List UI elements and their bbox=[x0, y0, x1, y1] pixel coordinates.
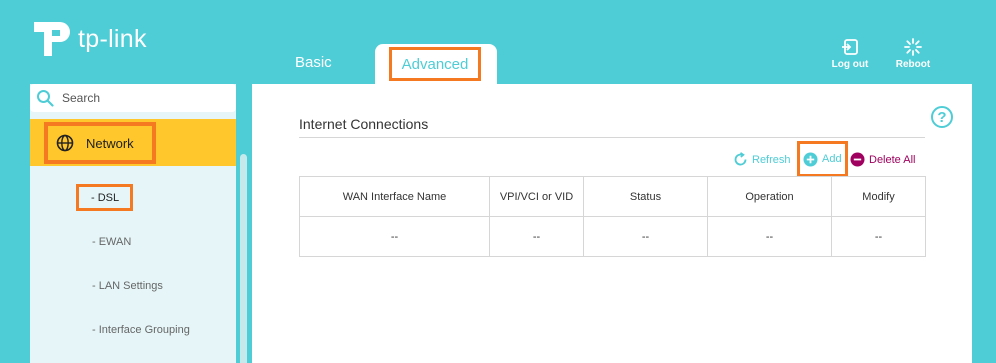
globe-icon bbox=[56, 134, 74, 152]
table-cell: -- bbox=[831, 216, 926, 257]
logout-icon bbox=[842, 39, 858, 55]
sidebar-scrollbar[interactable] bbox=[240, 154, 247, 363]
table-cell: -- bbox=[707, 216, 832, 257]
table-header-row: WAN Interface Name VPI/VCI or VID Status… bbox=[299, 176, 926, 217]
refresh-icon bbox=[734, 152, 747, 166]
tab-basic[interactable]: Basic bbox=[295, 54, 332, 71]
column-header: WAN Interface Name bbox=[299, 176, 490, 217]
sidebar-item-interface-grouping[interactable]: - Interface Grouping bbox=[92, 324, 190, 336]
add-label: Add bbox=[822, 153, 842, 165]
column-header: VPI/VCI or VID bbox=[489, 176, 584, 217]
delete-all-button[interactable]: Delete All bbox=[850, 152, 915, 167]
logout-label: Log out bbox=[831, 59, 869, 70]
table-cell: -- bbox=[299, 216, 490, 257]
refresh-label: Refresh bbox=[752, 153, 791, 166]
tab-advanced-label: Advanced bbox=[389, 47, 481, 81]
sidebar-item-network-label: Network bbox=[86, 135, 134, 151]
sidebar-item-lan-settings[interactable]: - LAN Settings bbox=[92, 280, 163, 292]
table-cell: -- bbox=[583, 216, 708, 257]
column-header: Modify bbox=[831, 176, 926, 217]
search-icon bbox=[37, 90, 54, 107]
reboot-label: Reboot bbox=[895, 59, 931, 70]
reboot-button[interactable]: Reboot bbox=[883, 38, 943, 70]
add-button[interactable]: Add bbox=[797, 141, 848, 177]
sidebar-item-ewan[interactable]: - EWAN bbox=[92, 236, 131, 248]
sidebar-item-dsl[interactable]: - DSL bbox=[76, 184, 133, 211]
sidebar-item-network[interactable]: Network bbox=[30, 119, 236, 166]
table-cell: -- bbox=[489, 216, 584, 257]
help-icon[interactable]: ? bbox=[931, 106, 953, 128]
table-row: -- -- -- -- -- bbox=[299, 216, 926, 257]
add-icon bbox=[803, 152, 818, 166]
column-header: Operation bbox=[707, 176, 832, 217]
brand-name: tp-link bbox=[78, 24, 147, 53]
tp-link-logo-icon bbox=[34, 22, 70, 56]
delete-all-label: Delete All bbox=[869, 153, 916, 166]
page-title: Internet Connections bbox=[299, 116, 429, 132]
internet-connections-table: WAN Interface Name VPI/VCI or VID Status… bbox=[299, 176, 926, 257]
reboot-icon bbox=[904, 38, 922, 56]
search-input[interactable]: Search bbox=[30, 84, 236, 112]
logout-button[interactable]: Log out bbox=[820, 38, 880, 70]
section-divider bbox=[299, 137, 925, 138]
tp-link-logo: tp-link bbox=[30, 18, 147, 60]
tab-advanced[interactable]: Advanced bbox=[375, 44, 497, 84]
column-header: Status bbox=[583, 176, 708, 217]
sidebar: Search Network - DSL - EWAN - LAN Settin… bbox=[30, 84, 247, 363]
refresh-button[interactable]: Refresh bbox=[733, 152, 791, 167]
search-placeholder: Search bbox=[62, 91, 101, 105]
sidebar-item-network-highlight: Network bbox=[44, 122, 156, 164]
remove-icon bbox=[850, 152, 865, 167]
